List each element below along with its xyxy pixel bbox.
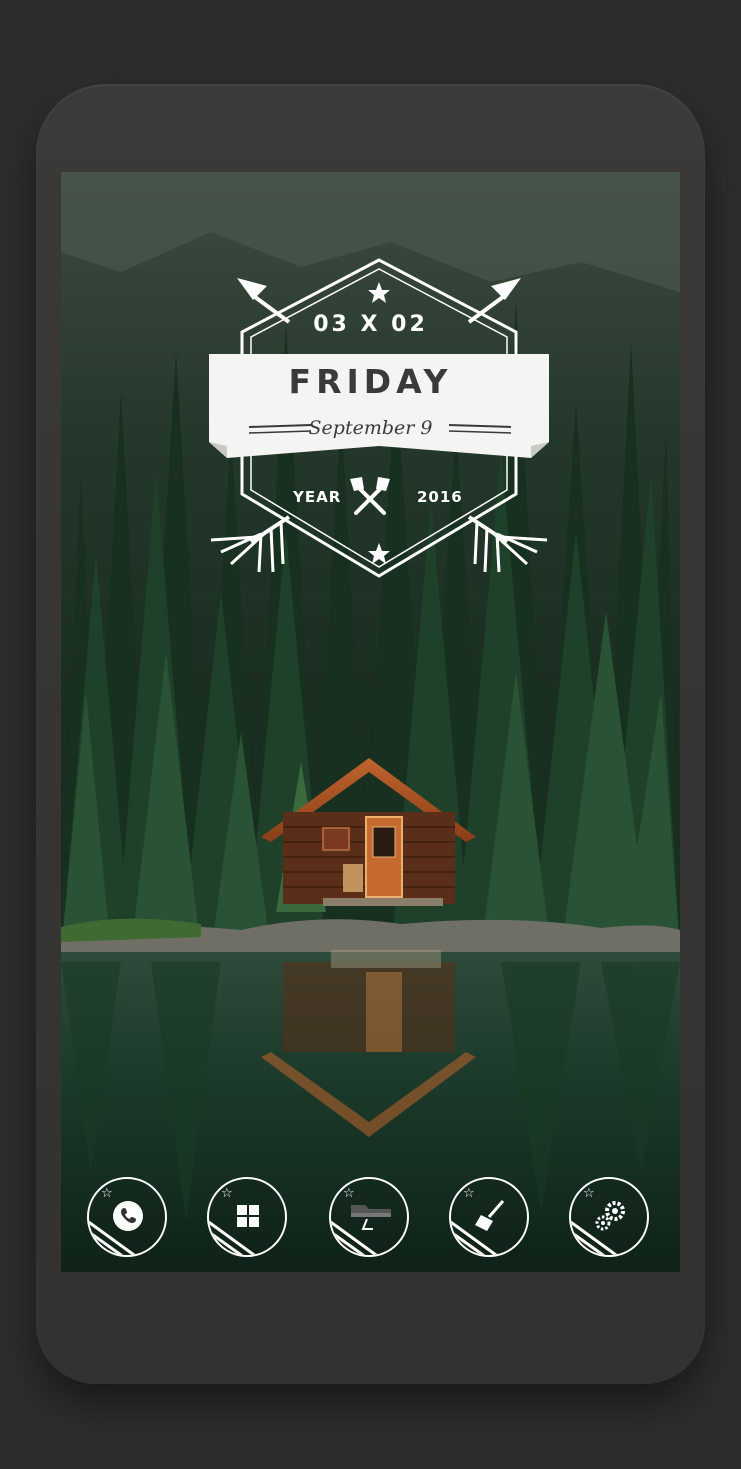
date-numeric: 03 X 02 [313, 312, 428, 337]
month-day-label: September 9 [308, 417, 433, 439]
settings-app-button[interactable]: ☆ [569, 1177, 649, 1257]
phone-app-button[interactable]: ☆ [87, 1177, 167, 1257]
app-dock: ☆ ☆ ☆ ☆ ☆ [61, 1177, 680, 1267]
windows-icon [237, 1205, 259, 1227]
windows-app-button[interactable]: ☆ [207, 1177, 287, 1257]
year-value: 2016 [417, 488, 463, 506]
broom-icon [475, 1200, 505, 1231]
date-widget-emblem [209, 258, 549, 578]
cleaner-app-button[interactable]: ☆ [449, 1177, 529, 1257]
folder-app-button[interactable]: ☆ [329, 1177, 409, 1257]
home-screen: 03 X 02 FRIDAY September 9 YEAR 2016 ☆ ☆… [61, 172, 680, 1272]
folder-icon [351, 1205, 391, 1230]
phone-icon [113, 1201, 143, 1231]
crossed-axes-icon [350, 477, 390, 515]
weekday-label: FRIDAY [288, 362, 453, 401]
date-widget[interactable]: 03 X 02 FRIDAY September 9 YEAR 2016 [61, 172, 680, 632]
gear-icon [595, 1201, 625, 1231]
year-label: YEAR [293, 488, 342, 506]
